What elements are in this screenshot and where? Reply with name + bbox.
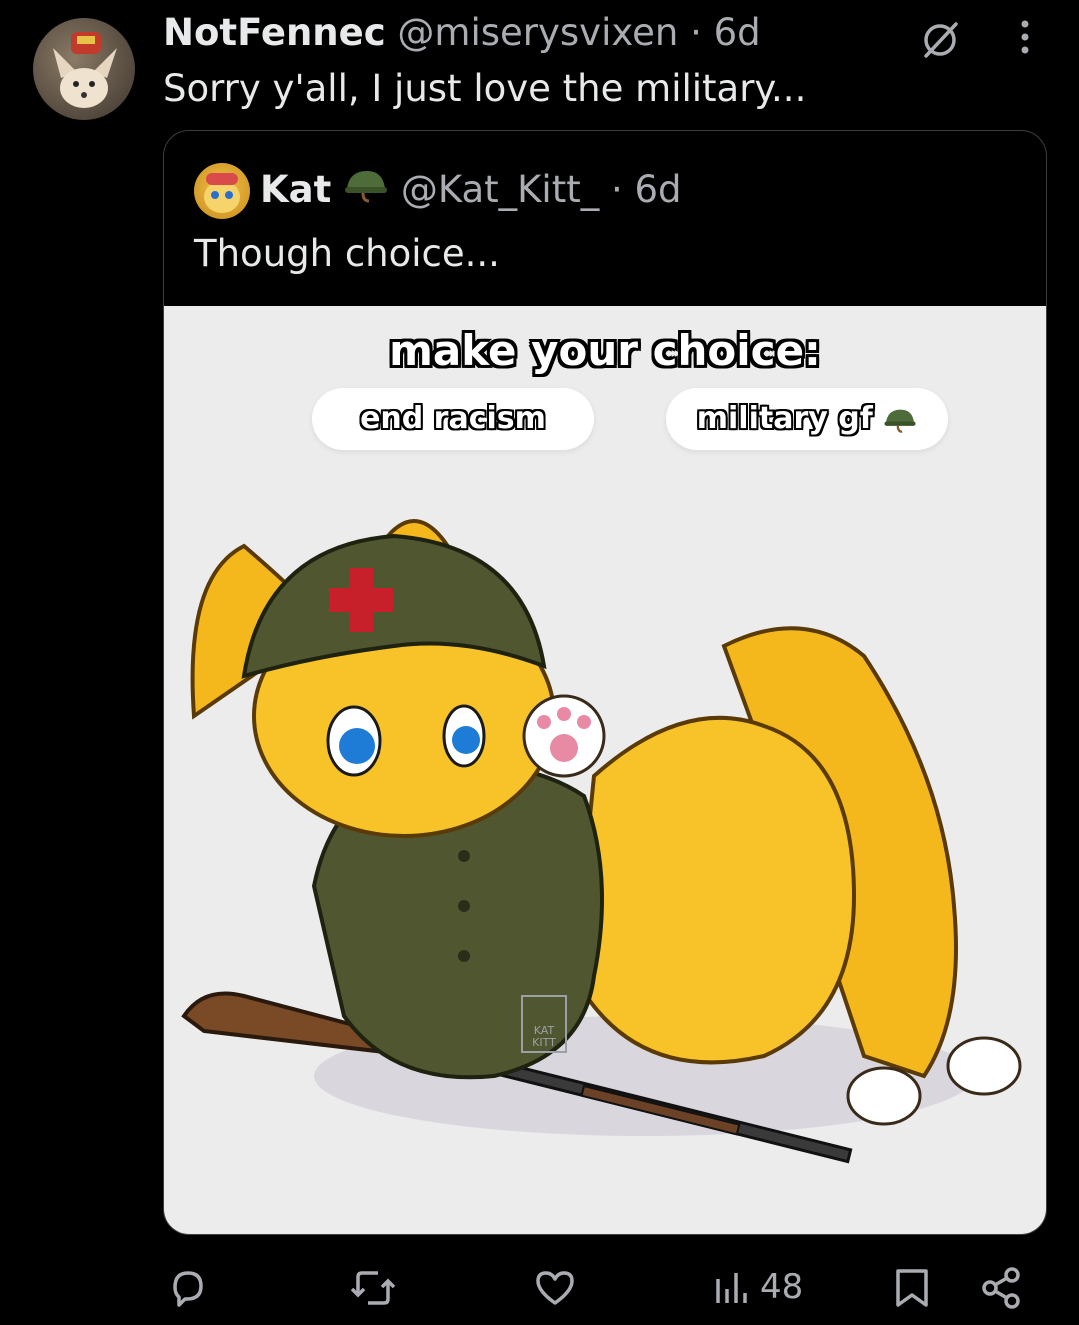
helmet-icon: [884, 409, 916, 433]
illustration: KAT KITT: [181, 519, 1022, 1164]
share-icon[interactable]: [978, 1265, 1024, 1315]
views-chart-icon[interactable]: [712, 1265, 752, 1315]
slashed-circle-icon[interactable]: [918, 18, 962, 66]
bookmark-icon[interactable]: [892, 1265, 932, 1315]
helmet-icon: [343, 165, 389, 218]
choice-right-label: military gf: [696, 401, 873, 436]
post-actions-bar: 48: [0, 1255, 1079, 1325]
more-vertical-icon[interactable]: [1012, 18, 1038, 62]
author-handle[interactable]: @miserysvixen: [397, 11, 678, 54]
quoted-post-image[interactable]: make your choice: end racism military gf: [164, 306, 1046, 1234]
separator-dot: ·: [690, 11, 702, 54]
post-header: NotFennec @miserysvixen · 6d: [163, 10, 761, 56]
quoted-author-name[interactable]: Kat: [260, 168, 331, 211]
choice-left-label: end racism: [360, 401, 546, 436]
quoted-post-time: 6d: [634, 168, 682, 211]
quoted-post-text: Though choice...: [194, 232, 500, 275]
reply-icon[interactable]: [165, 1265, 211, 1315]
choice-right: military gf: [666, 388, 948, 450]
author-avatar[interactable]: [33, 18, 135, 120]
post-text: Sorry y'all, I just love the military...: [163, 67, 807, 110]
quoted-author-avatar: [194, 163, 250, 219]
quoted-post-header: Kat @Kat_Kitt_ · 6d: [260, 165, 682, 218]
watermark-line-2: KITT: [532, 1036, 556, 1049]
repost-icon[interactable]: [348, 1265, 398, 1315]
quoted-post-card[interactable]: Kat @Kat_Kitt_ · 6d Though choice... mak…: [163, 130, 1047, 1235]
heart-icon[interactable]: [532, 1265, 578, 1315]
quoted-author-handle[interactable]: @Kat_Kitt_: [401, 168, 599, 211]
separator-dot: ·: [610, 168, 623, 211]
choice-left: end racism: [312, 388, 594, 450]
post-time[interactable]: 6d: [714, 11, 761, 54]
meme-title: make your choice:: [389, 326, 821, 375]
views-count: 48: [760, 1267, 804, 1307]
author-name[interactable]: NotFennec: [163, 11, 386, 54]
